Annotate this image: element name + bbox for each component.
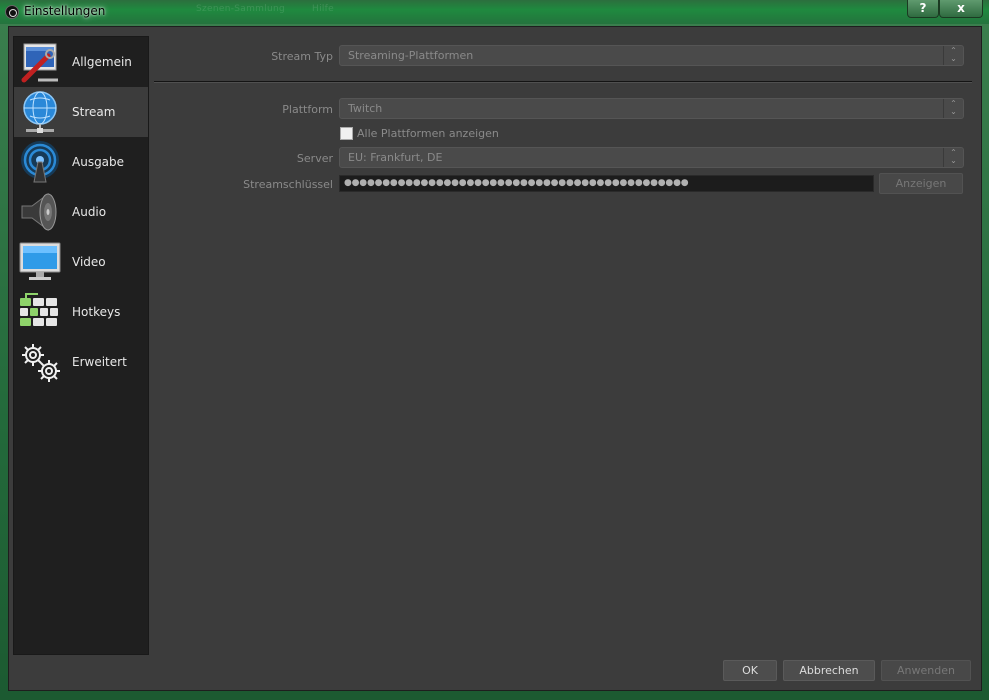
- spin-arrows-icon: ⌃ ⌄: [943, 99, 963, 118]
- spin-arrows-icon: ⌃ ⌄: [943, 46, 963, 65]
- spin-arrows-icon: ⌃ ⌄: [943, 148, 963, 167]
- sidebar-item-erweitert[interactable]: Erweitert: [14, 337, 148, 387]
- platform-label: Plattform: [282, 103, 333, 116]
- close-button[interactable]: x: [939, 0, 983, 18]
- show-all-platforms-checkbox[interactable]: [340, 127, 353, 140]
- sidebar-item-label: Stream: [72, 105, 116, 119]
- sidebar-item-hotkeys[interactable]: Hotkeys: [14, 287, 148, 337]
- sidebar-item-label: Video: [72, 255, 106, 269]
- sidebar-item-stream[interactable]: Stream: [14, 87, 148, 137]
- apply-button[interactable]: Anwenden: [881, 660, 971, 681]
- monitor-icon: [19, 242, 61, 280]
- keyboard-icon: [20, 293, 58, 326]
- settings-client-area: Allgemein Stream Ausgabe Audio Video Hot…: [8, 26, 982, 691]
- stream-key-input[interactable]: ●●●●●●●●●●●●●●●●●●●●●●●●●●●●●●●●●●●●●●●●…: [339, 175, 874, 192]
- server-select[interactable]: EU: Frankfurt, DE ⌃ ⌄: [339, 147, 964, 168]
- sidebar-item-label: Ausgabe: [72, 155, 125, 169]
- separator-line: [154, 81, 972, 83]
- sidebar-item-video[interactable]: Video: [14, 237, 148, 287]
- gears-icon: [22, 344, 60, 382]
- platform-value: Twitch: [348, 102, 383, 115]
- sidebar-item-label: Erweitert: [72, 355, 127, 369]
- stream-key-label: Streamschlüssel: [243, 178, 333, 191]
- globe-network-icon: [23, 91, 57, 133]
- stream-type-value: Streaming-Plattformen: [348, 49, 474, 62]
- ok-button[interactable]: OK: [723, 660, 777, 681]
- settings-window: Einstellungen Szenen-Sammlung Hilfe ? x …: [0, 0, 989, 700]
- sidebar-item-ausgabe[interactable]: Ausgabe: [14, 137, 148, 187]
- platform-select[interactable]: Twitch ⌃ ⌄: [339, 98, 964, 119]
- obs-logo-icon: [5, 5, 19, 19]
- sidebar-item-audio[interactable]: Audio: [14, 187, 148, 237]
- window-title: Einstellungen: [24, 4, 106, 18]
- sidebar-item-label: Allgemein: [72, 55, 132, 69]
- server-label: Server: [296, 152, 333, 165]
- settings-sidebar: Allgemein Stream Ausgabe Audio Video Hot…: [13, 36, 149, 655]
- stream-type-label: Stream Typ: [271, 50, 333, 63]
- stream-type-select[interactable]: Streaming-Plattformen ⌃ ⌄: [339, 45, 964, 66]
- background-menu-item: Szenen-Sammlung: [196, 4, 286, 14]
- broadcast-antenna-icon: [21, 141, 59, 183]
- cancel-button[interactable]: Abbrechen: [783, 660, 875, 681]
- sidebar-item-label: Audio: [72, 205, 107, 219]
- speaker-icon: [21, 193, 57, 231]
- sidebar-item-label: Hotkeys: [72, 305, 121, 319]
- show-all-platforms-label[interactable]: Alle Plattformen anzeigen: [357, 127, 499, 140]
- show-key-button[interactable]: Anzeigen: [879, 173, 963, 194]
- server-value: EU: Frankfurt, DE: [348, 151, 443, 164]
- help-button[interactable]: ?: [907, 0, 939, 18]
- settings-wrench-icon: [21, 43, 58, 83]
- title-bar[interactable]: Einstellungen Szenen-Sammlung Hilfe ? x: [0, 0, 989, 24]
- sidebar-item-allgemein[interactable]: Allgemein: [14, 37, 148, 87]
- background-menu-item: Hilfe: [312, 4, 334, 14]
